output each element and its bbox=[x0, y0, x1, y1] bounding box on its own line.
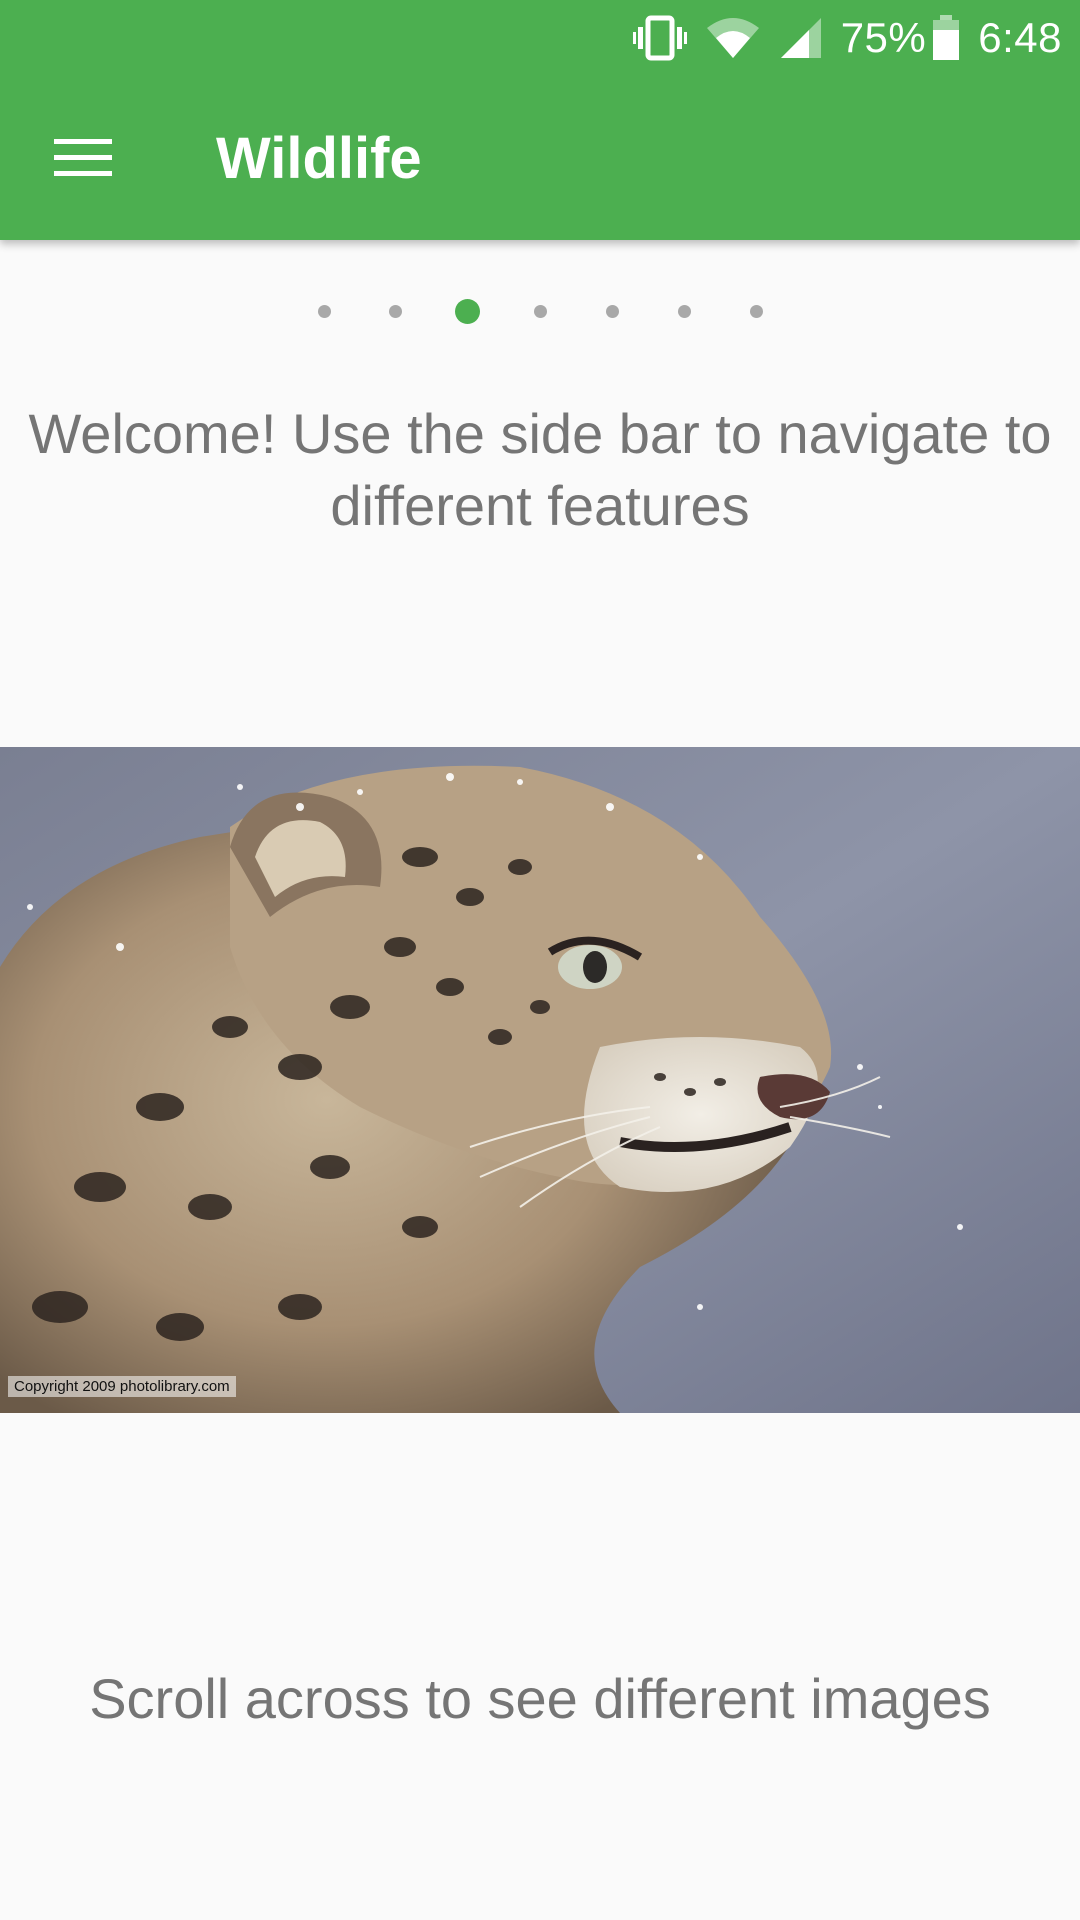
navigation-menu-button[interactable] bbox=[40, 117, 126, 203]
scroll-hint: Scroll across to see different images bbox=[89, 1667, 991, 1730]
battery-icon bbox=[932, 15, 960, 61]
status-icons: 75% 6:48 bbox=[632, 8, 1062, 68]
status-bar: 75% 6:48 bbox=[0, 0, 1080, 75]
page-dot-3-active[interactable] bbox=[455, 299, 480, 324]
snow-leopard-image[interactable]: Copyright 2009 photolibrary.com bbox=[0, 747, 1080, 1413]
page-indicator bbox=[0, 299, 1080, 324]
page-dot-1[interactable] bbox=[318, 305, 331, 318]
battery-percent: 75% bbox=[840, 14, 927, 61]
page-dot-5[interactable] bbox=[606, 305, 619, 318]
app-bar: 75% 6:48 Wildlife bbox=[0, 0, 1080, 240]
hamburger-menu-icon bbox=[54, 137, 112, 184]
page-title: Wildlife bbox=[216, 126, 422, 191]
cell-signal-icon bbox=[779, 16, 823, 60]
photo-credit: Copyright 2009 photolibrary.com bbox=[8, 1376, 236, 1397]
page-dot-2[interactable] bbox=[389, 305, 402, 318]
toolbar: Wildlife bbox=[0, 75, 1080, 240]
clock: 6:48 bbox=[978, 14, 1062, 61]
page-dot-4[interactable] bbox=[534, 305, 547, 318]
page-dot-7[interactable] bbox=[750, 305, 763, 318]
welcome-message: Welcome! Use the side bar to navigate to… bbox=[28, 402, 1052, 537]
page-dot-6[interactable] bbox=[678, 305, 691, 318]
battery-status: 75% bbox=[841, 14, 961, 62]
vibrate-icon bbox=[632, 15, 687, 61]
wifi-icon bbox=[705, 16, 761, 60]
